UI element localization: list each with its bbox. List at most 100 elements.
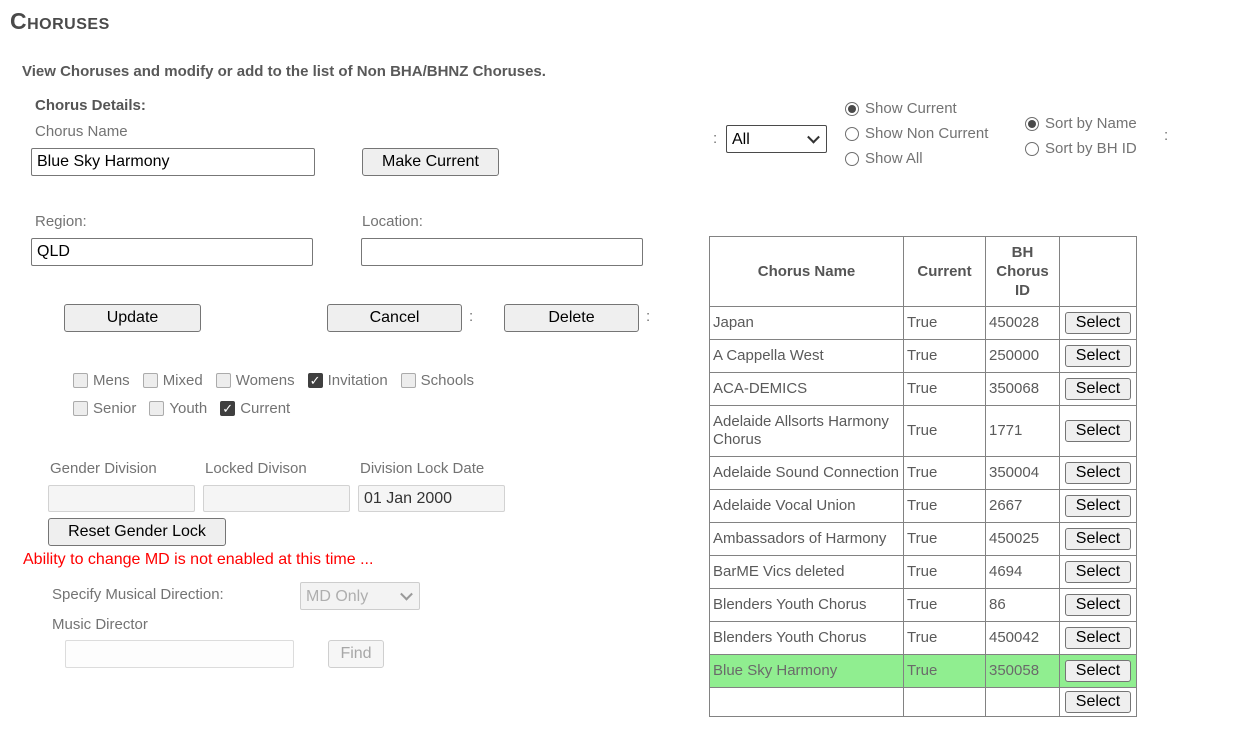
cell-bh-id: 350004 bbox=[986, 457, 1060, 490]
region-input[interactable] bbox=[31, 238, 313, 266]
select-button[interactable]: Select bbox=[1065, 495, 1131, 517]
table-row: ACA-DEMICS True 350068 Select bbox=[710, 373, 1137, 406]
location-input[interactable] bbox=[361, 238, 643, 266]
cell-bh-id: 450025 bbox=[986, 523, 1060, 556]
radio-sort-by-bh-id[interactable]: Sort by BH ID bbox=[1025, 140, 1137, 157]
chorus-details-heading: Chorus Details: bbox=[35, 97, 146, 114]
cell-select: Select bbox=[1060, 523, 1137, 556]
checkbox-schools[interactable]: ✓ Schools bbox=[401, 372, 474, 389]
table-row: Adelaide Vocal Union True 2667 Select bbox=[710, 490, 1137, 523]
select-button[interactable]: Select bbox=[1065, 627, 1131, 649]
col-header-chorus-name: Chorus Name bbox=[710, 237, 904, 307]
cell-select: Select bbox=[1060, 406, 1137, 457]
checkbox-box[interactable]: ✓ bbox=[220, 401, 235, 416]
checkbox-senior[interactable]: ✓ Senior bbox=[73, 400, 136, 417]
radio-sort-by-name[interactable]: Sort by Name bbox=[1025, 115, 1137, 132]
checkbox-box[interactable]: ✓ bbox=[73, 373, 88, 388]
checkbox-invitation[interactable]: ✓ Invitation bbox=[308, 372, 388, 389]
radio-button[interactable] bbox=[845, 152, 859, 166]
select-button[interactable]: Select bbox=[1065, 462, 1131, 484]
radio-button[interactable] bbox=[1025, 117, 1039, 131]
location-label: Location: bbox=[362, 213, 423, 230]
table-header-row: Chorus Name Current BH Chorus ID bbox=[710, 237, 1137, 307]
select-button[interactable]: Select bbox=[1065, 594, 1131, 616]
cell-bh-id bbox=[986, 688, 1060, 717]
cell-chorus-name: Blenders Youth Chorus bbox=[710, 589, 904, 622]
check-icon: ✓ bbox=[310, 374, 321, 388]
chorus-name-label: Chorus Name bbox=[35, 123, 128, 140]
radio-button[interactable] bbox=[845, 127, 859, 141]
choruses-table-wrap: Chorus Name Current BH Chorus ID Japan T… bbox=[709, 236, 1137, 717]
cell-current: True bbox=[904, 490, 986, 523]
find-button: Find bbox=[328, 640, 384, 668]
cell-chorus-name: Japan bbox=[710, 307, 904, 340]
cell-chorus-name: Adelaide Sound Connection bbox=[710, 457, 904, 490]
sort-radio-group: Sort by Name Sort by BH ID bbox=[1025, 115, 1137, 165]
choruses-table: Chorus Name Current BH Chorus ID Japan T… bbox=[709, 236, 1137, 717]
select-button[interactable]: Select bbox=[1065, 345, 1131, 367]
cell-select: Select bbox=[1060, 457, 1137, 490]
cell-current: True bbox=[904, 457, 986, 490]
cell-bh-id: 350058 bbox=[986, 655, 1060, 688]
select-button[interactable]: Select bbox=[1065, 528, 1131, 550]
delete-button[interactable]: Delete bbox=[504, 304, 639, 332]
table-row: Blenders Youth Chorus True 86 Select bbox=[710, 589, 1137, 622]
page-title: Choruses bbox=[10, 8, 110, 35]
music-director-label: Music Director bbox=[52, 616, 148, 633]
cell-bh-id: 4694 bbox=[986, 556, 1060, 589]
select-button[interactable]: Select bbox=[1065, 312, 1131, 334]
cell-chorus-name: BarME Vics deleted bbox=[710, 556, 904, 589]
table-row: Select bbox=[710, 688, 1137, 717]
delete-colon: : bbox=[646, 308, 650, 325]
checkbox-mixed[interactable]: ✓ Mixed bbox=[143, 372, 203, 389]
radio-show-current[interactable]: Show Current bbox=[845, 100, 988, 117]
checkbox-box[interactable]: ✓ bbox=[216, 373, 231, 388]
cell-current: True bbox=[904, 406, 986, 457]
region-filter-select[interactable]: All bbox=[726, 125, 827, 153]
cell-current: True bbox=[904, 622, 986, 655]
cell-bh-id: 350068 bbox=[986, 373, 1060, 406]
chorus-type-checkbox-row-1: ✓ Mens ✓ Mixed ✓ Womens ✓ Invitation ✓ S… bbox=[73, 372, 474, 389]
checkbox-youth[interactable]: ✓ Youth bbox=[149, 400, 207, 417]
region-label: Region: bbox=[35, 213, 87, 230]
col-header-current: Current bbox=[904, 237, 986, 307]
radio-show-non-current[interactable]: Show Non Current bbox=[845, 125, 988, 142]
col-header-bh-chorus-id: BH Chorus ID bbox=[986, 237, 1060, 307]
radio-button[interactable] bbox=[845, 102, 859, 116]
table-row: Adelaide Allsorts Harmony Chorus True 17… bbox=[710, 406, 1137, 457]
chorus-name-input[interactable] bbox=[31, 148, 315, 176]
specify-md-select-wrap: MD Only bbox=[300, 582, 420, 610]
checkbox-box[interactable]: ✓ bbox=[149, 401, 164, 416]
checkbox-box[interactable]: ✓ bbox=[73, 401, 88, 416]
checkbox-womens[interactable]: ✓ Womens bbox=[216, 372, 295, 389]
cell-current: True bbox=[904, 655, 986, 688]
md-warning-text: Ability to change MD is not enabled at t… bbox=[23, 551, 373, 569]
select-button[interactable]: Select bbox=[1065, 378, 1131, 400]
reset-gender-lock-button[interactable]: Reset Gender Lock bbox=[48, 518, 226, 546]
radio-button[interactable] bbox=[1025, 142, 1039, 156]
checkbox-box[interactable]: ✓ bbox=[308, 373, 323, 388]
select-button[interactable]: Select bbox=[1065, 420, 1131, 442]
select-button[interactable]: Select bbox=[1065, 660, 1131, 682]
update-button[interactable]: Update bbox=[64, 304, 201, 332]
chorus-type-checkbox-row-2: ✓ Senior ✓ Youth ✓ Current bbox=[73, 400, 290, 417]
select-button[interactable]: Select bbox=[1065, 561, 1131, 583]
checkbox-box[interactable]: ✓ bbox=[401, 373, 416, 388]
checkbox-box[interactable]: ✓ bbox=[143, 373, 158, 388]
cancel-button[interactable]: Cancel bbox=[327, 304, 462, 332]
region-filter-select-wrap: All bbox=[726, 125, 827, 153]
make-current-button[interactable]: Make Current bbox=[362, 148, 499, 176]
checkbox-current[interactable]: ✓ Current bbox=[220, 400, 290, 417]
cell-select: Select bbox=[1060, 556, 1137, 589]
select-button[interactable]: Select bbox=[1065, 691, 1131, 713]
cell-select: Select bbox=[1060, 340, 1137, 373]
radio-show-all[interactable]: Show All bbox=[845, 150, 988, 167]
cell-current bbox=[904, 688, 986, 717]
cell-current: True bbox=[904, 589, 986, 622]
cell-chorus-name: Blenders Youth Chorus bbox=[710, 622, 904, 655]
cell-chorus-name bbox=[710, 688, 904, 717]
check-icon: ✓ bbox=[222, 402, 233, 416]
cell-bh-id: 450042 bbox=[986, 622, 1060, 655]
checkbox-mens[interactable]: ✓ Mens bbox=[73, 372, 130, 389]
locked-division-label: Locked Divison bbox=[205, 460, 307, 477]
